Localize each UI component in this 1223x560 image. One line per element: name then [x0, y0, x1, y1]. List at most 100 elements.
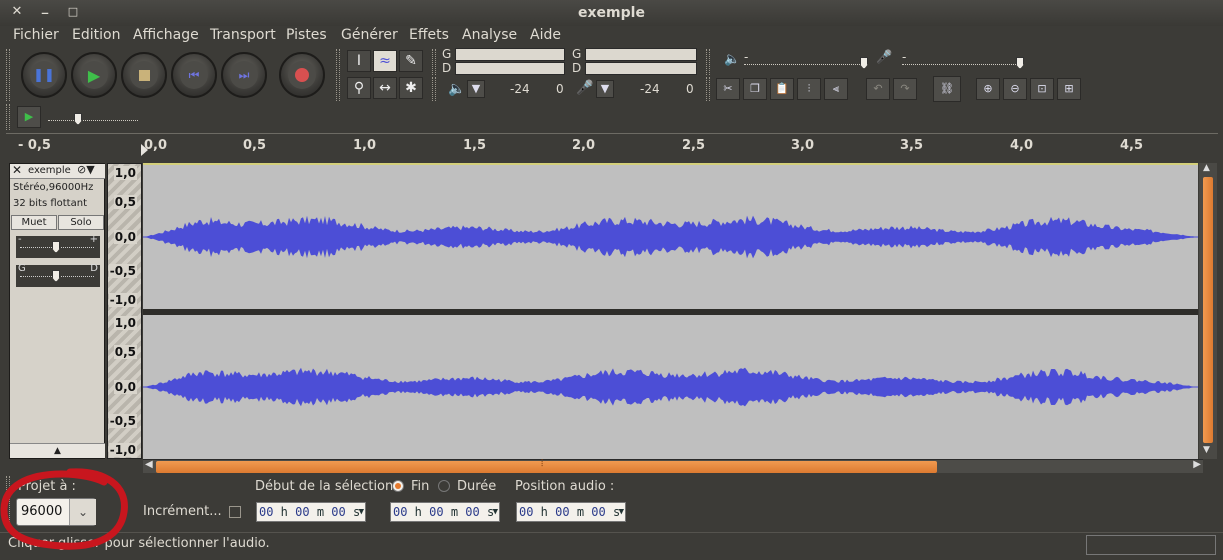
silence-button[interactable]: ⫷ — [824, 78, 848, 100]
title-bar: ✕ _ □ exemple — [0, 0, 1223, 26]
toolbar-grip[interactable] — [706, 49, 710, 75]
stop-button[interactable] — [121, 52, 167, 98]
undo-icon: ↶ — [873, 82, 883, 95]
menu-analyse[interactable]: Analyse — [462, 27, 517, 43]
zoom-in-button[interactable]: ⊕ — [976, 78, 1000, 100]
playback-meter-menu[interactable]: ▼ — [467, 80, 485, 98]
menu-generer[interactable]: Générer — [341, 27, 398, 43]
toolbar-grip[interactable] — [706, 77, 710, 101]
undo-button[interactable]: ↶ — [866, 78, 890, 100]
zoom-tool-button[interactable]: ⚲ — [347, 77, 371, 99]
toolbar-grip[interactable] — [6, 104, 10, 130]
menu-transport[interactable]: Transport — [210, 27, 276, 43]
selection-tool-button[interactable]: I — [347, 50, 371, 72]
menu-aide[interactable]: Aide — [530, 27, 561, 43]
grip-icon: ⦙ — [541, 458, 544, 469]
vertical-scroll-thumb[interactable] — [1203, 177, 1213, 443]
input-volume-icon: 🎤 — [876, 50, 893, 65]
gain-slider[interactable]: - + — [16, 234, 100, 258]
waveform-area[interactable] — [143, 163, 1198, 459]
toolbar-grip[interactable] — [336, 49, 340, 101]
record-meter-right — [585, 62, 697, 75]
fit-selection-button[interactable]: ⊡ — [1030, 78, 1054, 100]
length-radio-label: Durée — [457, 479, 497, 494]
toolbar-grip[interactable] — [6, 49, 10, 101]
play-speed-slider[interactable] — [48, 120, 138, 122]
play-button[interactable]: ▶ — [71, 52, 117, 98]
menu-affichage[interactable]: Affichage — [133, 27, 199, 43]
trim-button[interactable]: ⫶ — [797, 78, 821, 100]
mute-button[interactable]: Muet — [11, 215, 57, 230]
toolbar-grip[interactable] — [432, 49, 436, 75]
scroll-down-icon[interactable]: ▼ — [1203, 445, 1210, 455]
skip-end-button[interactable]: ⏭ — [221, 52, 267, 98]
zoom-out-button[interactable]: ⊖ — [1003, 78, 1027, 100]
gain-minus-label: - — [18, 234, 22, 245]
input-volume-slider[interactable] — [902, 64, 1024, 66]
draw-tool-button[interactable]: ✎ — [399, 50, 423, 72]
end-radio-label: Fin — [411, 479, 430, 494]
track-menu-icon[interactable]: ⊘▼ — [77, 163, 95, 176]
track-close-icon[interactable]: ✕ — [12, 163, 22, 177]
pan-slider[interactable]: G D — [16, 263, 100, 287]
chevron-down-icon[interactable]: ▼ — [359, 503, 364, 521]
menu-pistes[interactable]: Pistes — [286, 27, 327, 43]
output-volume-thumb[interactable] — [860, 57, 868, 69]
waveform-right-channel — [143, 367, 1198, 407]
output-volume-slider[interactable] — [744, 64, 868, 66]
solo-button[interactable]: Solo — [58, 215, 104, 230]
menu-fichier[interactable]: Fichier — [13, 27, 59, 43]
scale-label: 1,0 — [113, 316, 137, 330]
selection-end-time[interactable]: 00 h 00 m 00 s ▼ — [390, 502, 500, 522]
snap-checkbox[interactable] — [229, 506, 241, 518]
input-volume-thumb[interactable] — [1016, 57, 1024, 69]
pause-icon: ❚❚ — [33, 67, 55, 83]
pencil-icon: ✎ — [405, 53, 417, 69]
gain-thumb[interactable] — [52, 241, 60, 253]
vertical-scrollbar[interactable]: ▲ ▼ — [1199, 163, 1217, 459]
timeline-ruler[interactable]: - 0,5 0,0 0,5 1,0 1,5 2,0 2,5 3,0 3,5 4,… — [6, 133, 1218, 157]
playback-meter-left — [455, 48, 565, 61]
play-at-speed-button[interactable]: ▶ — [17, 106, 41, 128]
menu-edition[interactable]: Edition — [72, 27, 120, 43]
sync-lock-button[interactable]: ⛓ — [933, 76, 961, 102]
skip-start-button[interactable]: ⏮ — [171, 52, 217, 98]
redo-button[interactable]: ↷ — [893, 78, 917, 100]
scroll-left-icon[interactable]: ◀ — [145, 459, 153, 470]
end-radio[interactable] — [392, 480, 404, 492]
paste-icon: 📋 — [775, 82, 789, 95]
record-meter-menu[interactable]: ▼ — [596, 80, 614, 98]
record-button[interactable] — [279, 52, 325, 98]
trim-icon: ⫶ — [807, 82, 811, 95]
output-volume-icon: 🔈 — [724, 52, 741, 67]
scale-label: 1,0 — [113, 166, 137, 180]
fit-project-button[interactable]: ⊞ — [1057, 78, 1081, 100]
play-speed-thumb[interactable] — [74, 113, 82, 125]
selection-start-time[interactable]: 00 h 00 m 00 s ▼ — [256, 502, 366, 522]
pan-thumb[interactable] — [52, 270, 60, 282]
track-name-button[interactable]: exemple — [28, 165, 71, 176]
audio-position-label: Position audio : — [515, 479, 615, 494]
length-radio[interactable] — [438, 480, 450, 492]
chevron-down-icon[interactable]: ▼ — [493, 503, 498, 521]
audio-position-time[interactable]: 00 h 00 m 00 s ▼ — [516, 502, 626, 522]
chevron-down-icon[interactable]: ▼ — [619, 503, 624, 521]
copy-button[interactable]: ❐ — [743, 78, 767, 100]
horizontal-scrollbar[interactable]: ◀ ⦙ ▶ — [143, 458, 1203, 473]
menu-effets[interactable]: Effets — [409, 27, 449, 43]
multi-tool-button[interactable]: ✱ — [399, 77, 423, 99]
timeshift-tool-button[interactable]: ↔ — [373, 77, 397, 99]
scroll-right-icon[interactable]: ▶ — [1193, 459, 1201, 470]
cut-button[interactable]: ✂ — [716, 78, 740, 100]
skip-end-icon: ⏭ — [238, 67, 250, 82]
scroll-up-icon[interactable]: ▲ — [1203, 163, 1210, 173]
fit-project-icon: ⊞ — [1064, 82, 1074, 95]
pause-button[interactable]: ❚❚ — [21, 52, 67, 98]
track-bit-depth: 32 bits flottant — [13, 198, 87, 209]
meter-left-label: G — [442, 47, 452, 61]
toolbar-grip[interactable] — [432, 77, 436, 101]
horizontal-scroll-thumb[interactable]: ⦙ — [156, 458, 937, 473]
paste-button[interactable]: 📋 — [770, 78, 794, 100]
envelope-tool-button[interactable]: ≈ — [373, 50, 397, 72]
track-collapse-button[interactable]: ▲ — [10, 443, 105, 458]
